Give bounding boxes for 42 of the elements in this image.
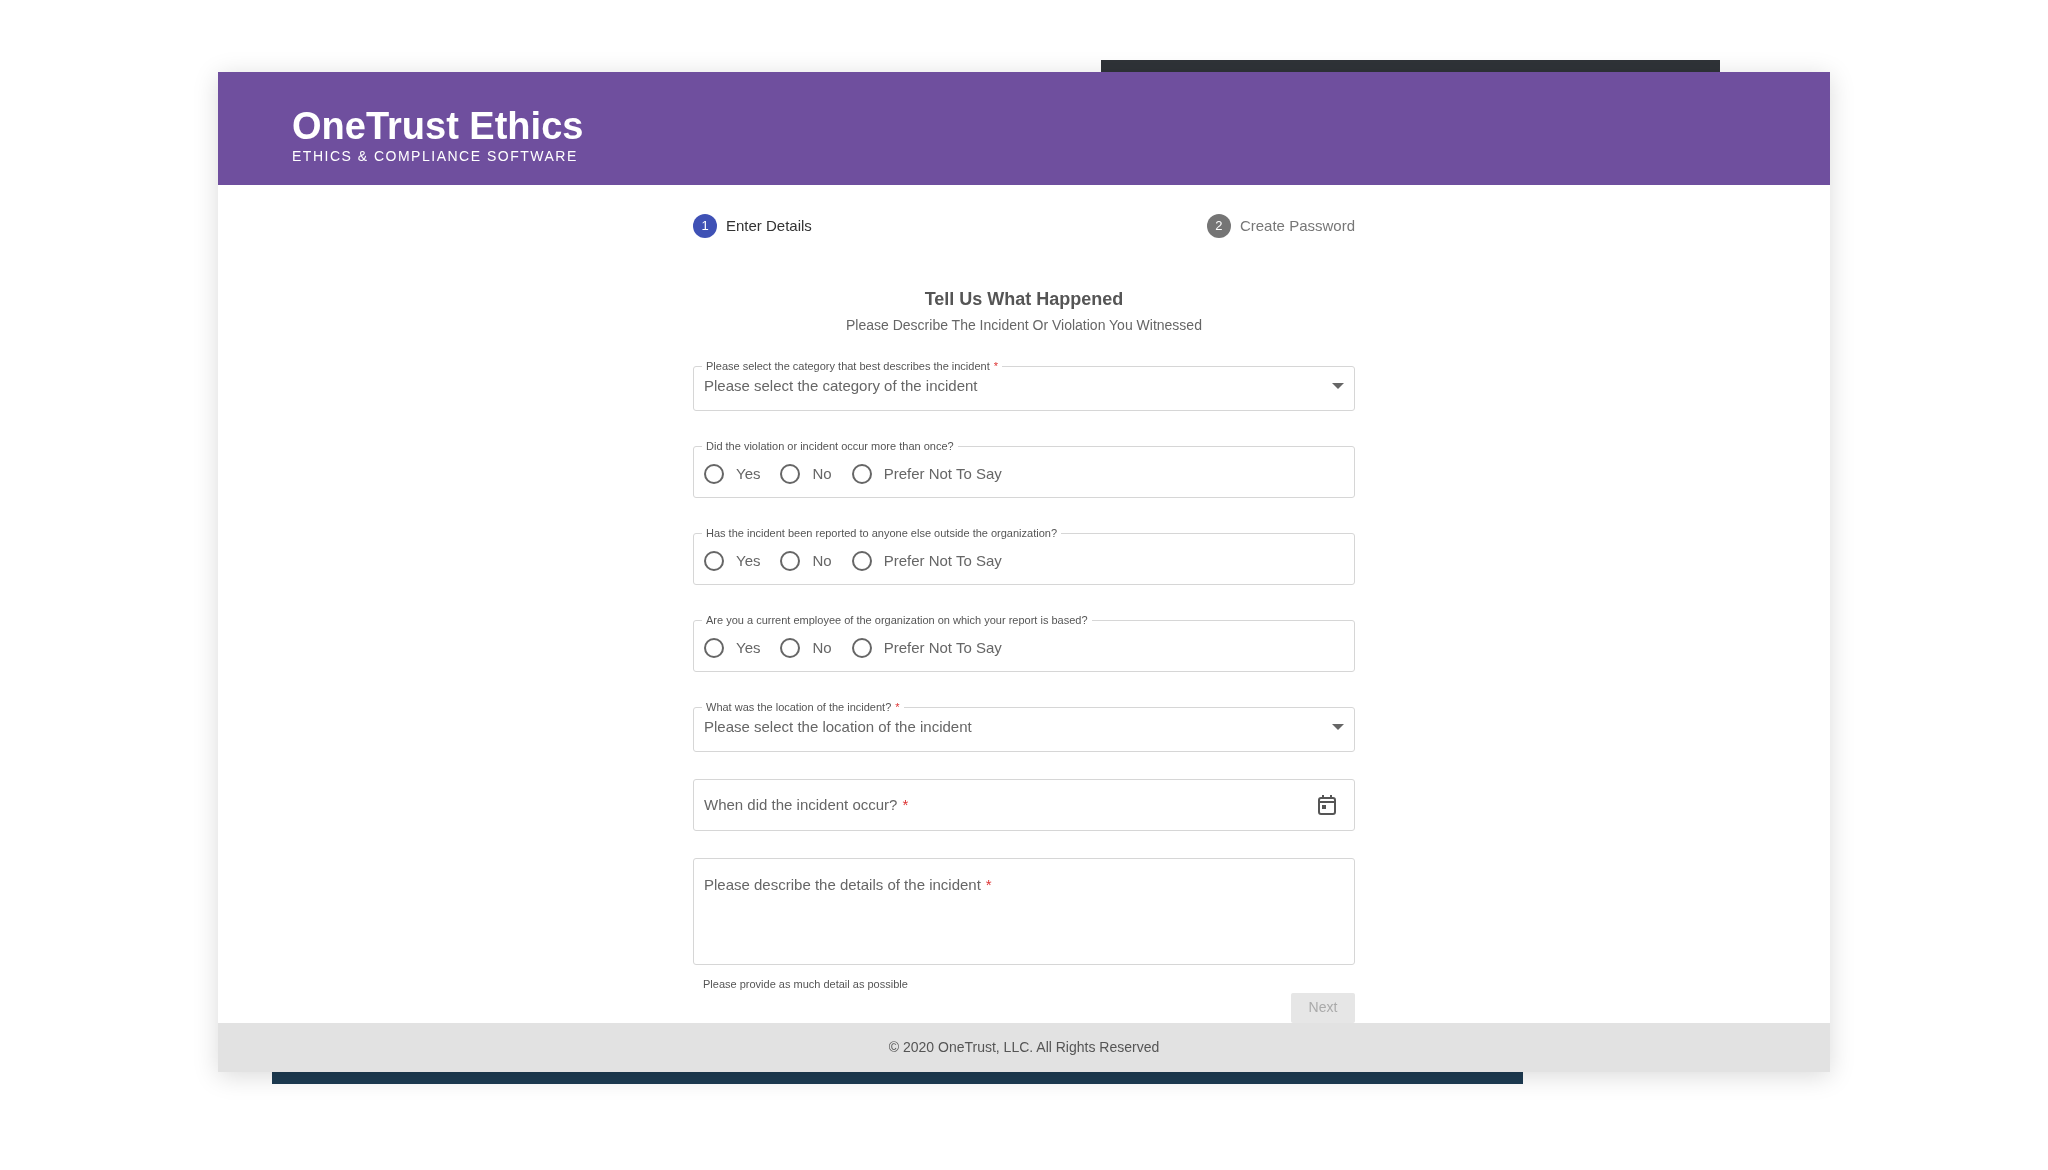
field-label: What was the location of the incident? bbox=[706, 701, 892, 713]
brand-tagline: ETHICS & COMPLIANCE SOFTWARE bbox=[292, 147, 579, 166]
step-number: 2 bbox=[1206, 214, 1231, 238]
calendar-icon[interactable] bbox=[1318, 795, 1336, 815]
radio-button[interactable] bbox=[704, 550, 724, 571]
helper-text: Please provide as much detail as possible bbox=[703, 977, 909, 992]
radio-button[interactable] bbox=[780, 550, 801, 571]
radio-button[interactable] bbox=[851, 463, 872, 484]
step-label: Enter Details bbox=[726, 215, 812, 236]
radio-option[interactable]: Yes bbox=[704, 636, 761, 659]
radio-option[interactable]: Yes bbox=[704, 462, 761, 485]
dropdown-caret-icon bbox=[1332, 382, 1344, 389]
radio-option[interactable]: No bbox=[780, 636, 832, 659]
dropdown-caret-icon bbox=[1332, 723, 1344, 730]
radio-option[interactable]: Prefer Not To Say bbox=[851, 462, 1002, 485]
radio-button[interactable] bbox=[851, 550, 872, 571]
radio-button[interactable] bbox=[780, 637, 801, 658]
radio-button[interactable] bbox=[780, 463, 801, 484]
radio-button[interactable] bbox=[704, 637, 724, 658]
details-textarea[interactable]: Please describe the details of the incident * bbox=[693, 858, 1355, 965]
copyright-text: © 2020 OneTrust, LLC. All Rights Reserved bbox=[888, 1037, 1160, 1057]
step-indicator[interactable]: 2 Create Password bbox=[1206, 214, 1355, 238]
step-number: 1 bbox=[693, 214, 717, 238]
field-label: Are you a current employee of the organization on which your report is based? bbox=[706, 614, 1088, 626]
form-subtitle: Please Describe The Incident Or Violation You Witnessed bbox=[846, 316, 1202, 335]
radio-option[interactable]: Prefer Not To Say bbox=[851, 549, 1002, 572]
radio-button[interactable] bbox=[704, 463, 724, 484]
radio-option[interactable]: Yes bbox=[704, 549, 761, 572]
required-mark: * bbox=[895, 701, 900, 713]
radio-option[interactable]: No bbox=[780, 549, 832, 572]
step-indicator[interactable]: 1 Enter Details bbox=[693, 214, 812, 238]
radio-option[interactable]: Prefer Not To Say bbox=[851, 636, 1002, 659]
step-label: Create Password bbox=[1239, 215, 1355, 236]
form-title: Tell Us What Happened bbox=[924, 288, 1124, 311]
radio-option[interactable]: No bbox=[780, 462, 832, 485]
brand-logo: OneTrust Ethics bbox=[292, 106, 585, 146]
field-label: Has the incident been reported to anyone else outside the organization? bbox=[706, 527, 1058, 539]
required-mark: * bbox=[993, 360, 998, 372]
radio-button[interactable] bbox=[851, 637, 872, 658]
date-field[interactable]: When did the incident occur? * bbox=[693, 779, 1355, 831]
field-label: Did the violation or incident occur more than once? bbox=[706, 440, 954, 452]
field-label: Please select the category that best describes the incident bbox=[706, 360, 990, 372]
